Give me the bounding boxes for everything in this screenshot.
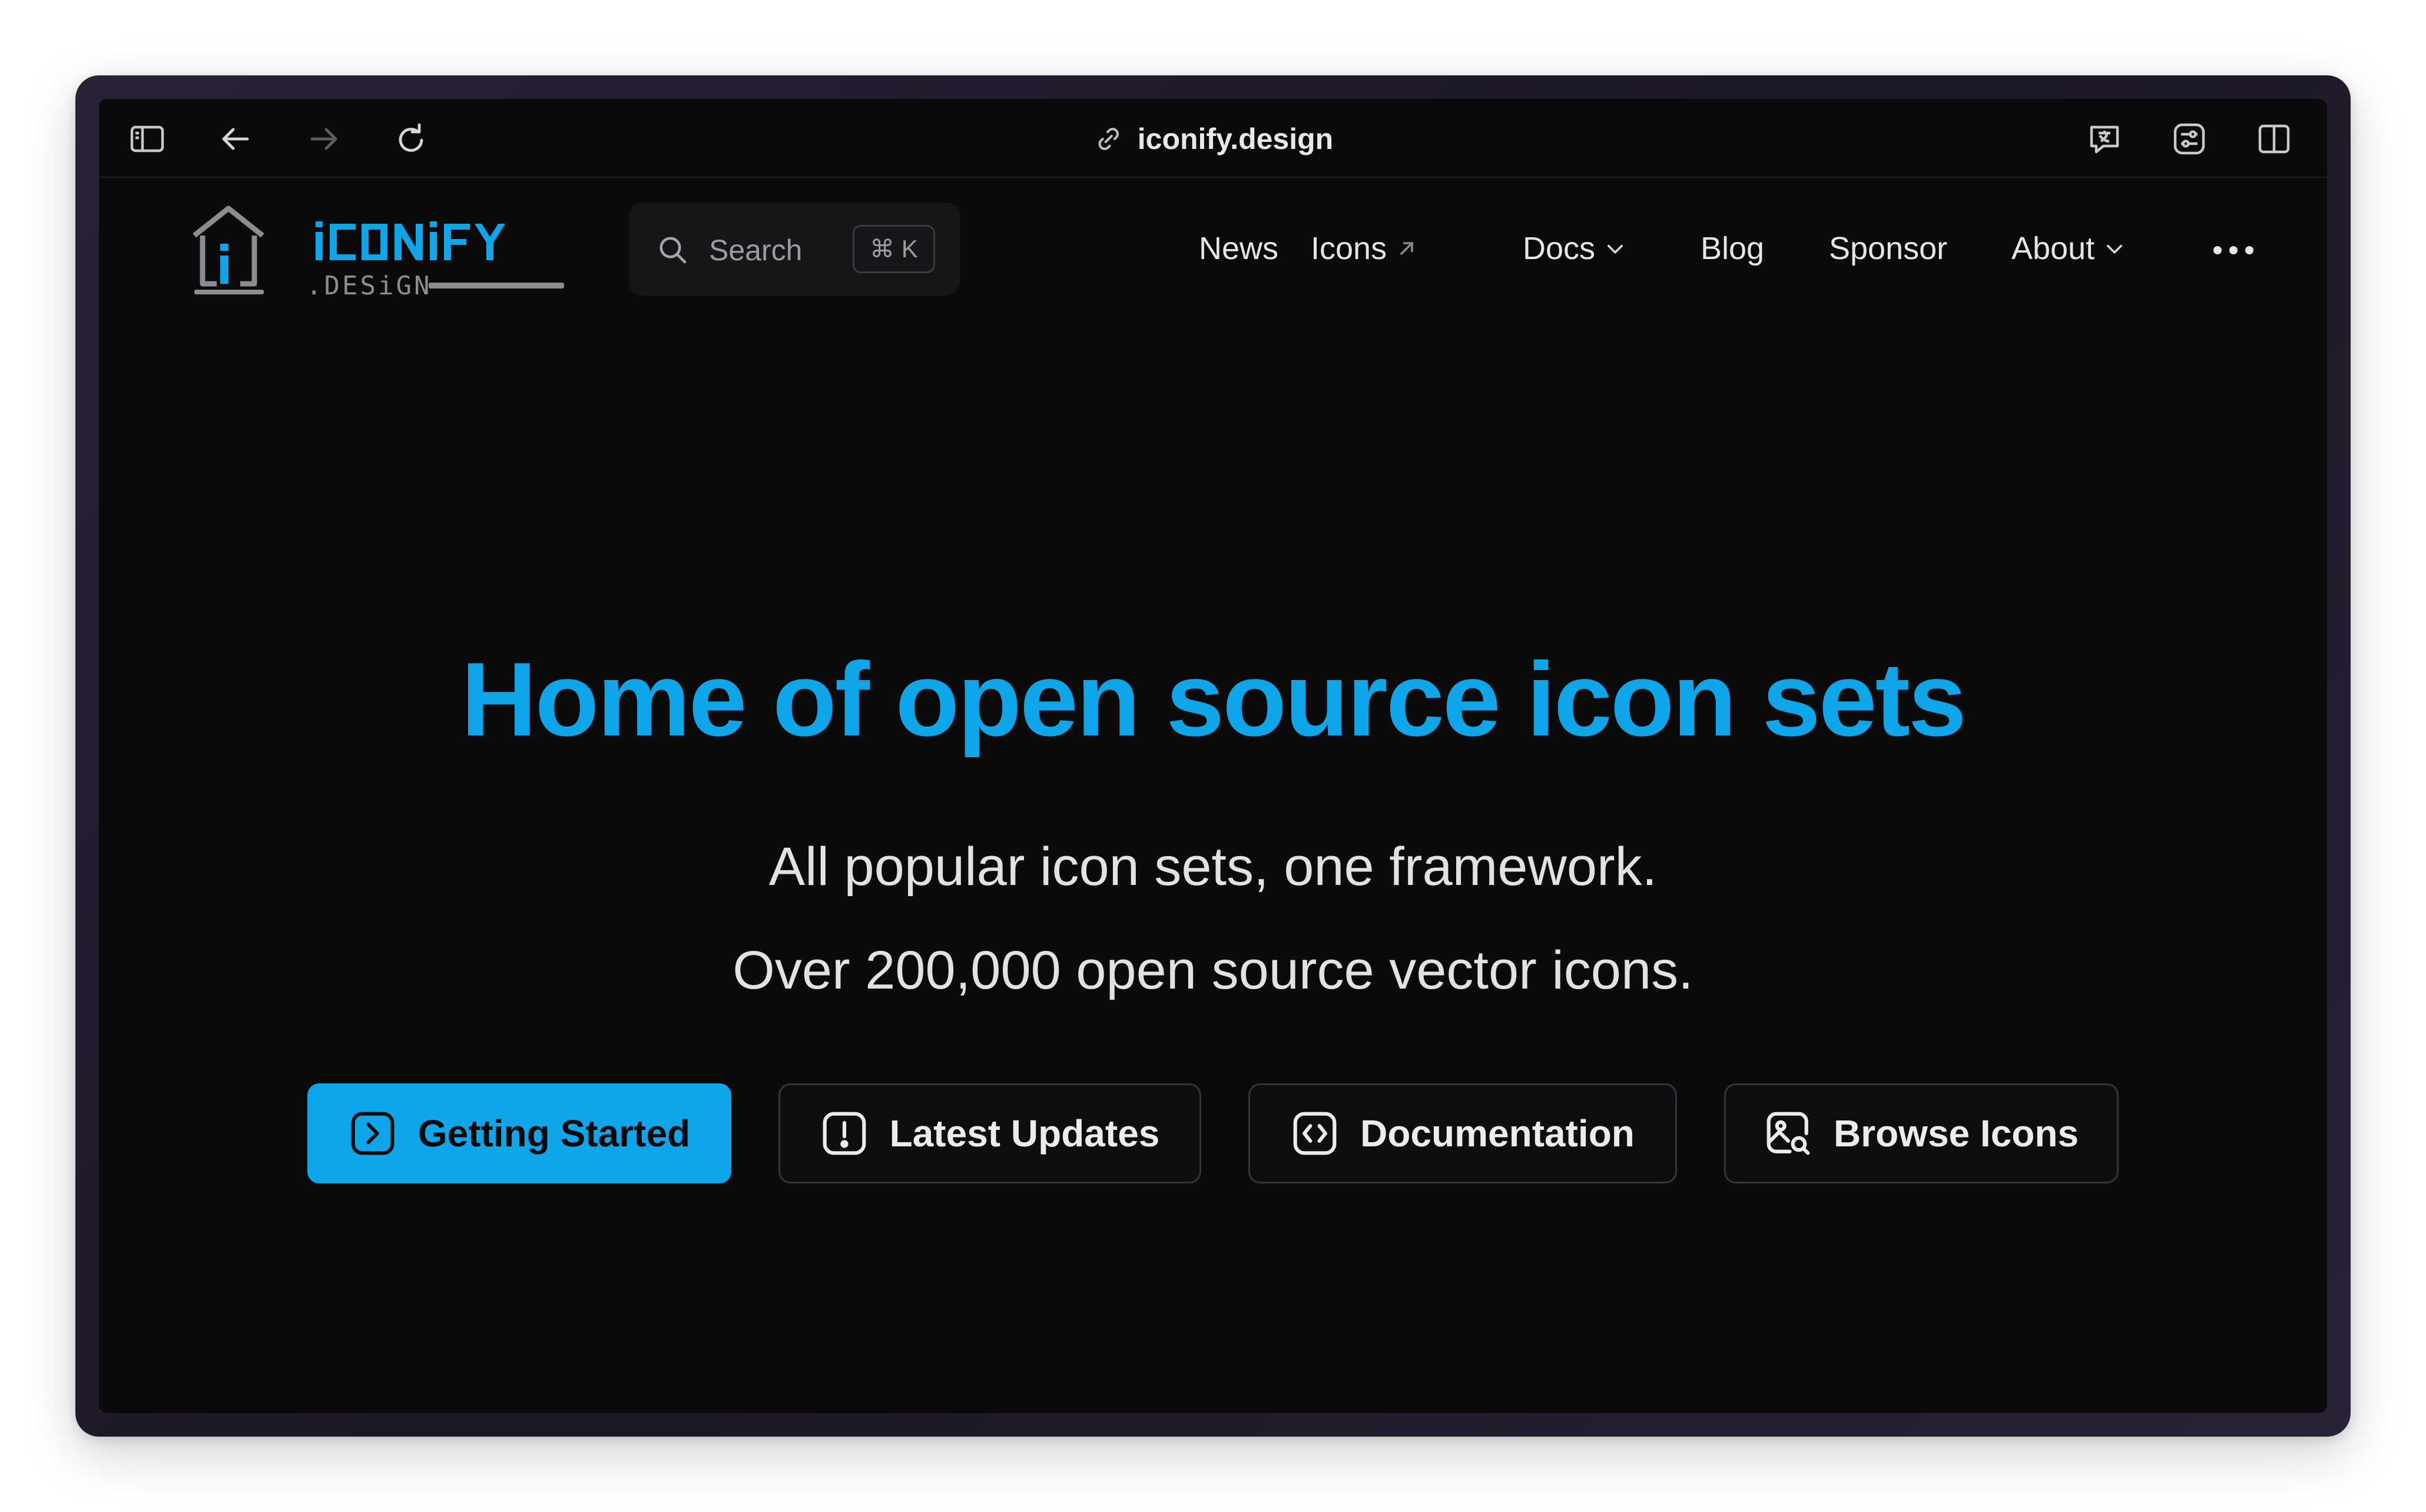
- nav-docs-label: Docs: [1523, 231, 1596, 266]
- documentation-button[interactable]: Documentation: [1248, 1083, 1677, 1183]
- address-bar[interactable]: iconify.design: [1093, 119, 1333, 159]
- latest-updates-button[interactable]: Latest Updates: [778, 1083, 1201, 1183]
- search-shortcut: ⌘ K: [853, 225, 935, 273]
- nav-sponsor-label: Sponsor: [1829, 231, 1948, 266]
- getting-started-label: Getting Started: [417, 1112, 691, 1155]
- browser-viewport: iconify.design .DESiGN Search ⌘ K News I…: [99, 99, 2327, 1413]
- nav-icons[interactable]: Icons: [1311, 231, 1417, 266]
- nav-blog[interactable]: Blog: [1701, 231, 1764, 266]
- browse-icons-button[interactable]: Browse Icons: [1724, 1083, 2119, 1183]
- logo-sub-text: .DESiGN: [306, 271, 432, 301]
- nav-news-label: News: [1199, 231, 1279, 266]
- forward-arrow-icon[interactable]: [305, 120, 343, 158]
- image-search-icon: [1767, 1112, 1810, 1155]
- translate-icon[interactable]: [2086, 120, 2123, 158]
- external-link-icon: [1400, 242, 1413, 255]
- more-menu-icon[interactable]: [2209, 236, 2258, 265]
- code-square-icon: [1293, 1112, 1337, 1155]
- nav-about[interactable]: About: [2011, 231, 2125, 266]
- nav-sponsor[interactable]: Sponsor: [1829, 231, 1947, 266]
- nav-news[interactable]: News: [1199, 231, 1278, 266]
- hero-subtitle-line2: Over 200,000 open source vector icons.: [733, 940, 1693, 1000]
- back-arrow-icon[interactable]: [217, 120, 254, 158]
- link-icon: [1098, 128, 1119, 150]
- search-icon: [659, 237, 687, 264]
- url-text: iconify.design: [1137, 122, 1334, 155]
- site-navbar: .DESiGN Search ⌘ K News Icons Docs Blog: [99, 178, 2327, 301]
- search-button[interactable]: Search ⌘ K: [629, 203, 960, 296]
- chevron-down-icon: [1607, 244, 1623, 254]
- split-view-icon[interactable]: [2255, 120, 2293, 158]
- extension-icon[interactable]: [2170, 120, 2208, 158]
- getting-started-button[interactable]: Getting Started: [307, 1083, 731, 1183]
- latest-updates-label: Latest Updates: [889, 1112, 1160, 1155]
- reload-icon[interactable]: [392, 120, 430, 158]
- search-label: Search: [709, 234, 803, 267]
- alert-square-icon: [823, 1112, 866, 1155]
- nav-blog-label: Blog: [1701, 231, 1765, 266]
- documentation-label: Documentation: [1360, 1112, 1635, 1155]
- hero-title: Home of open source icon sets: [461, 641, 1967, 758]
- browser-window: iconify.design .DESiGN Search ⌘ K News I…: [75, 75, 2351, 1437]
- nav-about-label: About: [2011, 231, 2095, 266]
- browser-toolbar: iconify.design: [99, 99, 2327, 178]
- sidebar-toggle-icon[interactable]: [128, 120, 166, 158]
- nav-docs[interactable]: Docs: [1523, 231, 1626, 266]
- browse-icons-label: Browse Icons: [1833, 1112, 2079, 1155]
- nav-icons-label: Icons: [1311, 231, 1387, 266]
- arrow-right-square-icon: [351, 1112, 395, 1155]
- hero-subtitle-line1: All popular icon sets, one framework.: [768, 837, 1658, 897]
- iconify-logo[interactable]: .DESiGN: [181, 200, 570, 306]
- chevron-down-icon: [2107, 244, 2123, 254]
